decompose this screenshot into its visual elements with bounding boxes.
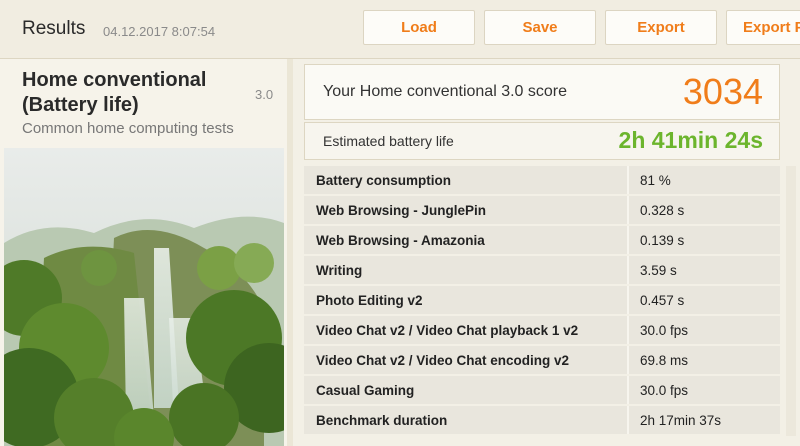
column-divider (627, 226, 629, 254)
result-name: Battery consumption (316, 173, 452, 188)
column-divider (627, 256, 629, 284)
result-value: 69.8 ms (640, 353, 689, 368)
result-name: Photo Editing v2 (316, 293, 423, 308)
benchmark-version: 3.0 (255, 87, 274, 102)
score-panel: Your Home conventional 3.0 score 3034 (304, 64, 780, 120)
benchmark-description: Common home computing tests (22, 120, 234, 137)
table-row: Benchmark duration 2h 17min 37s (304, 406, 780, 434)
column-divider (627, 376, 629, 404)
table-row: Writing 3.59 s (304, 256, 780, 284)
result-timestamp: 04.12.2017 8:07:54 (103, 24, 216, 39)
benchmark-name-line2: (Battery life) (22, 94, 139, 116)
score-value: 3034 (682, 71, 763, 112)
benchmark-name-line1: Home conventional (22, 69, 207, 91)
table-row: Battery consumption 81 % (304, 166, 780, 194)
results-header: Results 04.12.2017 8:07:54 Load Save Exp… (0, 0, 800, 59)
result-name: Video Chat v2 / Video Chat encoding v2 (316, 353, 570, 368)
export-button[interactable]: Export (605, 10, 717, 45)
table-row: Casual Gaming 30.0 fps (304, 376, 780, 404)
column-divider (627, 406, 629, 434)
table-row: Photo Editing v2 0.457 s (304, 286, 780, 314)
column-divider (627, 316, 629, 344)
results-scrollbar[interactable] (786, 166, 796, 436)
column-divider (627, 346, 629, 374)
load-button[interactable]: Load (363, 10, 475, 45)
battery-life-value: 2h 41min 24s (618, 127, 763, 153)
waterfall-landscape-image (4, 148, 284, 446)
benchmark-image (4, 148, 284, 446)
table-row: Video Chat v2 / Video Chat playback 1 v2… (304, 316, 780, 344)
result-name: Video Chat v2 / Video Chat playback 1 v2 (316, 323, 579, 338)
page-title: Results (22, 18, 86, 39)
result-value: 3.59 s (640, 263, 677, 278)
benchmark-name: Home conventional (Battery life) (22, 68, 206, 118)
score-label: Your Home conventional 3.0 score (323, 83, 567, 100)
table-row: Video Chat v2 / Video Chat encoding v2 6… (304, 346, 780, 374)
result-value: 0.328 s (640, 203, 685, 218)
result-name: Writing (316, 263, 363, 278)
result-value: 30.0 fps (640, 323, 689, 338)
column-divider (627, 286, 629, 314)
result-name: Benchmark duration (316, 413, 448, 428)
export-pdf-button[interactable]: Export PDF (726, 10, 800, 45)
result-value: 81 % (640, 173, 671, 188)
result-name: Web Browsing - Amazonia (316, 233, 485, 248)
result-name: Web Browsing - JunglePin (316, 203, 487, 218)
result-value: 30.0 fps (640, 383, 689, 398)
result-value: 0.139 s (640, 233, 685, 248)
column-divider (627, 166, 629, 194)
table-row: Web Browsing - Amazonia 0.139 s (304, 226, 780, 254)
panel-divider (287, 59, 293, 446)
results-table: Battery consumption 81 % Web Browsing - … (304, 166, 780, 436)
save-button[interactable]: Save (484, 10, 596, 45)
table-row: Web Browsing - JunglePin 0.328 s (304, 196, 780, 224)
battery-life-label: Estimated battery life (323, 133, 454, 149)
result-value: 2h 17min 37s (640, 413, 722, 428)
result-value: 0.457 s (640, 293, 685, 308)
column-divider (627, 196, 629, 224)
battery-life-panel: Estimated battery life 2h 41min 24s (304, 122, 780, 160)
result-name: Casual Gaming (316, 383, 415, 398)
